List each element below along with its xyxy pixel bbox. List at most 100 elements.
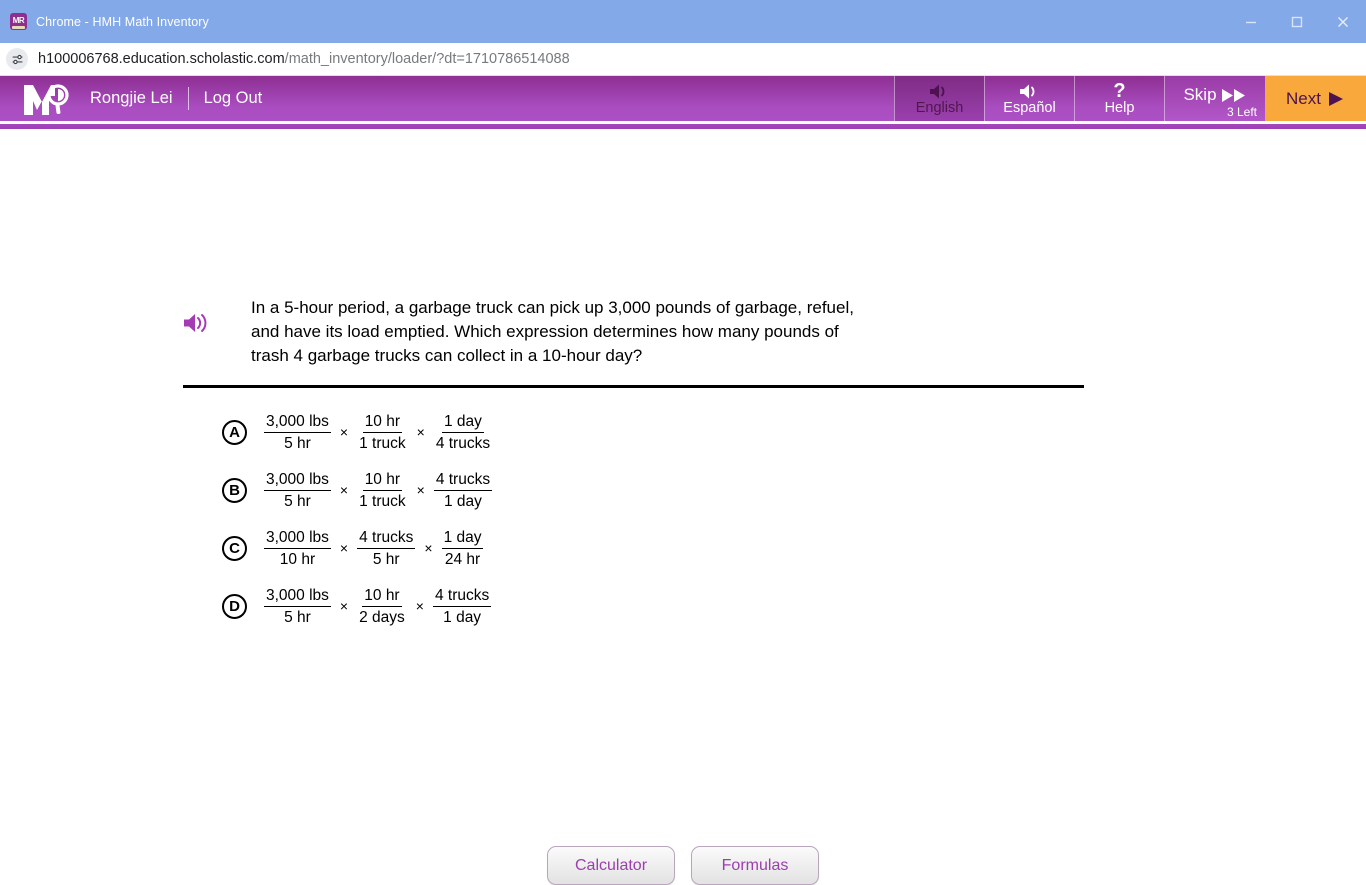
header-spacer: [262, 76, 894, 121]
option-letter: B: [222, 477, 247, 503]
option-letter: D: [222, 593, 247, 619]
fraction: 4 trucks 1 day: [433, 470, 493, 511]
answer-option-c[interactable]: C 3,000 lbs 10 hr × 4 trucks 5 hr × 1 da…: [222, 519, 492, 577]
fraction-numerator: 3,000 lbs: [264, 528, 331, 549]
formulas-button[interactable]: Formulas: [691, 846, 819, 885]
help-button[interactable]: ? Help: [1074, 76, 1164, 121]
fraction-denominator: 1 truck: [359, 434, 406, 452]
browser-title-bar: MR Chrome - HMH Math Inventory: [0, 0, 1366, 43]
multiply-operator: ×: [339, 482, 349, 498]
fraction-numerator: 1 day: [441, 528, 484, 549]
fraction-denominator: 5 hr: [284, 492, 311, 510]
fraction-numerator: 10 hr: [362, 586, 402, 607]
fraction-numerator: 3,000 lbs: [264, 470, 331, 491]
tool-buttons: Calculator Formulas: [0, 846, 1366, 885]
fraction-denominator: 1 day: [443, 492, 482, 510]
fraction-numerator: 4 trucks: [432, 586, 492, 607]
fraction-denominator: 10 hr: [279, 550, 316, 568]
fast-forward-icon: [1221, 88, 1247, 103]
option-expression: 3,000 lbs 5 hr × 10 hr 1 truck × 1 day 4…: [264, 412, 492, 453]
fraction-numerator: 1 day: [441, 412, 484, 433]
fraction: 4 trucks 1 day: [432, 586, 492, 627]
answer-option-a[interactable]: A 3,000 lbs 5 hr × 10 hr 1 truck × 1 day…: [222, 403, 492, 461]
fraction-denominator: 4 trucks: [435, 434, 491, 452]
fraction: 4 trucks 5 hr: [357, 528, 416, 569]
window-title: Chrome - HMH Math Inventory: [36, 14, 209, 29]
fraction-denominator: 1 truck: [359, 492, 406, 510]
url-path: /math_inventory/loader/?dt=1710786514088: [284, 51, 570, 67]
fraction-numerator: 10 hr: [362, 470, 403, 491]
app-logo[interactable]: [0, 76, 96, 121]
multiply-operator: ×: [416, 482, 425, 498]
app-header-wrap: Rongjie Lei Log Out English Español ? He…: [0, 76, 1366, 129]
fraction: 3,000 lbs 10 hr: [264, 528, 331, 569]
fraction-denominator: 5 hr: [284, 434, 311, 452]
skip-main: Skip: [1165, 85, 1265, 105]
speaker-icon: [184, 314, 207, 332]
url-text[interactable]: h100006768.education.scholastic.com/math…: [38, 51, 570, 67]
tune-sliders-icon[interactable]: [6, 48, 28, 70]
speaker-icon: [929, 81, 951, 100]
next-label: Next: [1286, 88, 1321, 108]
favicon-label: MR: [12, 15, 25, 25]
math-inventory-logo-icon: [24, 83, 69, 115]
question-audio-button[interactable]: [183, 311, 209, 340]
user-area: Rongjie Lei Log Out: [90, 76, 262, 121]
fraction-numerator: 4 trucks: [433, 470, 493, 491]
multiply-operator: ×: [339, 598, 349, 614]
url-host: h100006768.education.scholastic.com: [38, 51, 285, 67]
window-controls: [1228, 0, 1366, 43]
answer-option-d[interactable]: D 3,000 lbs 5 hr × 10 hr 2 days × 4 truc…: [222, 577, 492, 635]
english-audio-label: English: [915, 100, 964, 117]
app-header: Rongjie Lei Log Out English Español ? He…: [0, 76, 1366, 121]
answer-options: A 3,000 lbs 5 hr × 10 hr 1 truck × 1 day…: [222, 403, 493, 635]
option-expression: 3,000 lbs 10 hr × 4 trucks 5 hr × 1 day …: [264, 528, 484, 569]
speaker-icon: [1019, 81, 1041, 100]
espanol-audio-label: Español: [1003, 100, 1056, 117]
fraction: 1 day 24 hr: [441, 528, 484, 569]
user-name: Rongjie Lei: [90, 89, 173, 107]
option-letter: C: [222, 535, 247, 561]
header-divider: [187, 87, 189, 110]
favicon-book-base: [12, 26, 25, 29]
logout-button[interactable]: Log Out: [204, 89, 263, 108]
fraction: 1 day 4 trucks: [434, 412, 492, 453]
fraction-denominator: 1 day: [443, 608, 482, 626]
option-expression: 3,000 lbs 5 hr × 10 hr 2 days × 4 trucks…: [264, 586, 492, 627]
option-letter: A: [222, 419, 247, 445]
next-button[interactable]: Next: [1265, 76, 1366, 121]
fraction: 3,000 lbs 5 hr: [264, 412, 331, 453]
skip-label: Skip: [1183, 85, 1217, 104]
fraction: 10 hr 2 days: [357, 586, 407, 627]
question-content: In a 5-hour period, a garbage truck can …: [0, 129, 1366, 885]
multiply-operator: ×: [416, 424, 425, 440]
favicon: MR: [10, 13, 27, 30]
minimize-button[interactable]: [1228, 0, 1274, 43]
multiply-operator: ×: [415, 598, 424, 614]
fraction-denominator: 2 days: [359, 608, 405, 626]
fraction: 10 hr 1 truck: [357, 470, 408, 511]
english-audio-button[interactable]: English: [894, 76, 984, 121]
fraction-numerator: 4 trucks: [357, 528, 416, 549]
fraction-numerator: 3,000 lbs: [264, 586, 331, 607]
calculator-button[interactable]: Calculator: [547, 846, 675, 885]
fraction-denominator: 24 hr: [444, 550, 481, 568]
fraction: 3,000 lbs 5 hr: [264, 470, 331, 511]
help-label: Help: [1104, 100, 1135, 117]
multiply-operator: ×: [339, 424, 349, 440]
multiply-operator: ×: [424, 540, 433, 556]
fraction: 3,000 lbs 5 hr: [264, 586, 331, 627]
fraction: 10 hr 1 truck: [357, 412, 408, 453]
browser-url-bar[interactable]: h100006768.education.scholastic.com/math…: [0, 43, 1366, 76]
espanol-audio-button[interactable]: Español: [984, 76, 1074, 121]
question-mark-icon: ?: [1113, 80, 1126, 103]
fraction-denominator: 5 hr: [372, 550, 400, 568]
answer-option-b[interactable]: B 3,000 lbs 5 hr × 10 hr 1 truck × 4 tru…: [222, 461, 493, 519]
fraction-numerator: 10 hr: [362, 412, 403, 433]
option-expression: 3,000 lbs 5 hr × 10 hr 1 truck × 4 truck…: [264, 470, 493, 511]
skip-remaining-count: 3 Left: [1226, 105, 1257, 119]
skip-button[interactable]: Skip 3 Left: [1164, 76, 1265, 121]
question-divider: [183, 385, 1084, 388]
maximize-button[interactable]: [1274, 0, 1320, 43]
close-button[interactable]: [1320, 0, 1366, 43]
